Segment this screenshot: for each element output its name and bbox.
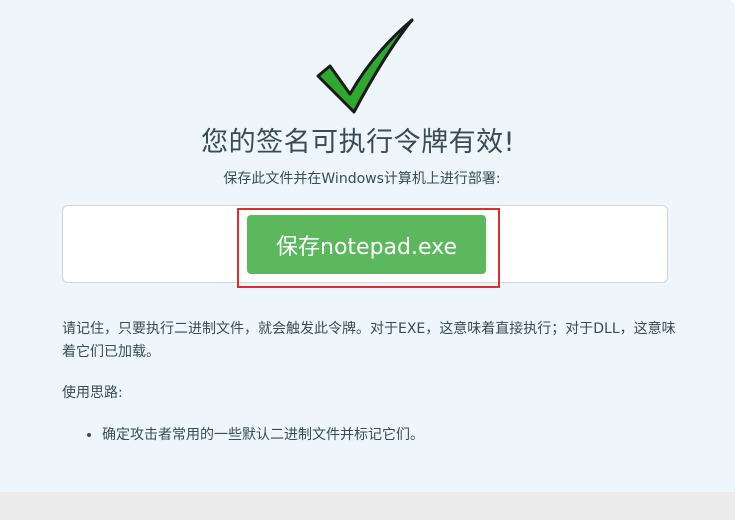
ideas-heading: 使用思路: bbox=[62, 385, 123, 401]
reminder-text: 请记住，只要执行二进制文件，就会触发此令牌。对于EXE，这意味着直接执行；对于D… bbox=[62, 321, 676, 360]
save-notepad-button[interactable]: 保存notepad.exe bbox=[247, 215, 486, 274]
list-item: 确定攻击者常用的一些默认二进制文件并标记它们。 bbox=[102, 424, 424, 447]
result-panel: 您的签名可执行令牌有效! 保存此文件并在Windows计算机上进行部署: 保存n… bbox=[0, 0, 735, 492]
ideas-list: 确定攻击者常用的一些默认二进制文件并标记它们。 bbox=[62, 424, 424, 447]
bottom-strip bbox=[0, 492, 735, 520]
page-subtitle: 保存此文件并在Windows计算机上进行部署: bbox=[223, 171, 501, 187]
checkmark-icon bbox=[316, 18, 414, 114]
page-title: 您的签名可执行令牌有效! bbox=[201, 127, 515, 158]
